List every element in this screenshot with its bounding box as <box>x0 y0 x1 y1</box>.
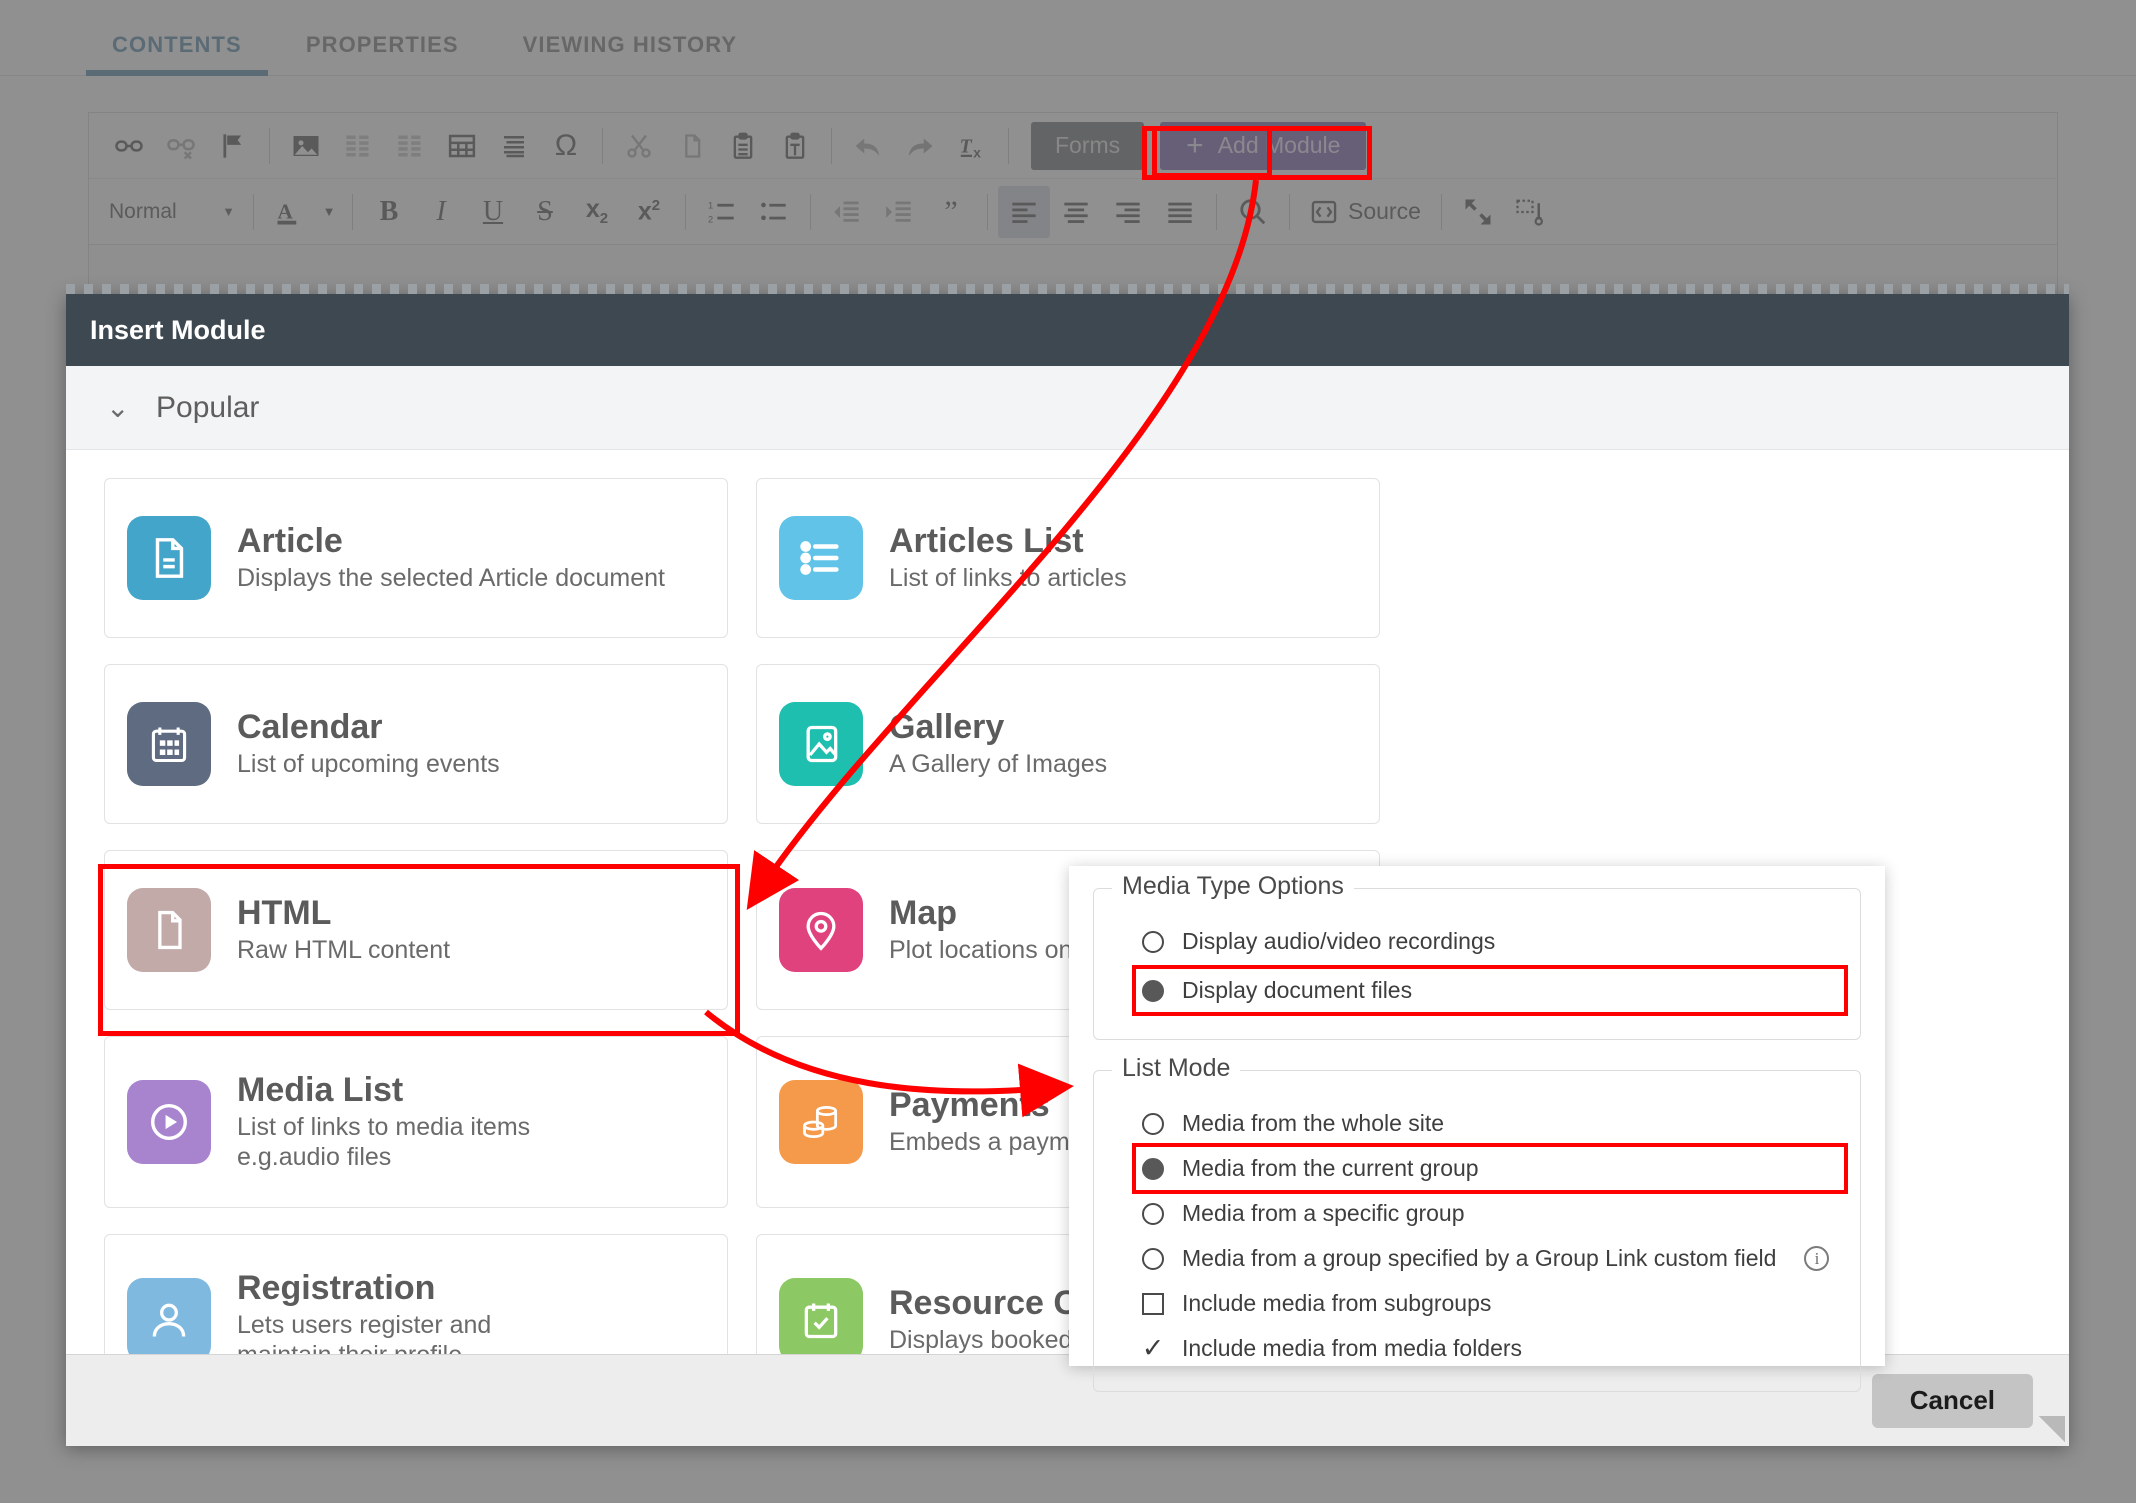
option-media-specific-group[interactable]: Media from a specific group <box>1120 1191 1834 1236</box>
checkbox-unchecked-icon <box>1142 1292 1164 1315</box>
module-title: Media List <box>237 1070 404 1109</box>
calendar-icon <box>127 702 211 786</box>
section-header-popular[interactable]: ⌄ Popular <box>66 366 2069 450</box>
cancel-button[interactable]: Cancel <box>1871 1373 2033 1428</box>
module-desc: List of links to articles <box>889 564 1127 593</box>
module-title: HTML <box>237 893 332 932</box>
section-label-popular: Popular <box>156 390 260 424</box>
dialog-resize-grip[interactable] <box>2039 1416 2065 1442</box>
module-card-html[interactable]: HTML Raw HTML content <box>104 850 728 1010</box>
module-desc: List of upcoming events <box>237 750 500 779</box>
option-display-document-files[interactable]: Display document files <box>1120 965 1848 1016</box>
chevron-down-icon: ⌄ <box>106 392 130 423</box>
option-media-group-link-field[interactable]: Media from a group specified by a Group … <box>1120 1236 1834 1281</box>
module-card-registration[interactable]: Registration Lets users register and mai… <box>104 1234 728 1354</box>
calendar-check-icon <box>779 1278 863 1354</box>
map-pin-icon <box>779 888 863 972</box>
option-media-current-group[interactable]: Media from the current group <box>1120 1143 1848 1194</box>
radio-unselected-icon <box>1142 1247 1164 1270</box>
module-title: Calendar <box>237 707 383 746</box>
dialog-drag-handle[interactable] <box>66 284 2069 294</box>
media-options-popup: Media Type Options Display audio/video r… <box>1069 866 1885 1392</box>
module-title: Registration <box>237 1268 436 1307</box>
list-icon <box>779 516 863 600</box>
option-include-subgroups[interactable]: Include media from subgroups <box>1120 1281 1834 1326</box>
module-card-media-list[interactable]: Media List List of links to media items … <box>104 1036 728 1208</box>
info-icon[interactable]: i <box>1804 1246 1830 1271</box>
user-icon <box>127 1278 211 1354</box>
page-icon <box>127 888 211 972</box>
radio-unselected-icon <box>1142 1112 1164 1135</box>
radio-selected-icon <box>1142 1157 1164 1180</box>
radio-unselected-icon <box>1142 1202 1164 1225</box>
option-media-whole-site[interactable]: Media from the whole site <box>1120 1101 1834 1146</box>
module-card-articles-list[interactable]: Articles List List of links to articles <box>756 478 1380 638</box>
module-desc: Raw HTML content <box>237 936 451 965</box>
radio-selected-icon <box>1142 979 1164 1002</box>
module-card-gallery[interactable]: Gallery A Gallery of Images <box>756 664 1380 824</box>
gallery-image-icon <box>779 702 863 786</box>
module-desc: Lets users register and maintain their p… <box>237 1311 492 1354</box>
media-type-options-legend: Media Type Options <box>1112 872 1354 901</box>
module-desc: List of links to media items e.g.audio f… <box>237 1113 531 1172</box>
option-include-media-folders[interactable]: ✓ Include media from media folders <box>1120 1326 1834 1371</box>
dialog-title: Insert Module <box>66 294 2069 366</box>
radio-unselected-icon <box>1142 930 1164 953</box>
module-desc: A Gallery of Images <box>889 750 1108 779</box>
coins-icon <box>779 1080 863 1164</box>
module-card-calendar[interactable]: Calendar List of upcoming events <box>104 664 728 824</box>
option-display-audio-video[interactable]: Display audio/video recordings <box>1120 919 1834 964</box>
list-mode-fieldset: List Mode Media from the whole site Medi… <box>1093 1054 1861 1392</box>
list-mode-legend: List Mode <box>1112 1054 1241 1083</box>
module-desc: Displays the selected Article document <box>237 564 665 593</box>
module-title: Article <box>237 521 343 560</box>
play-circle-icon <box>127 1080 211 1164</box>
media-type-options-fieldset: Media Type Options Display audio/video r… <box>1093 872 1861 1040</box>
module-title: Articles List <box>889 521 1084 560</box>
checkmark-icon: ✓ <box>1141 1333 1165 1363</box>
module-title: Gallery <box>889 707 1005 746</box>
module-card-article[interactable]: Article Displays the selected Article do… <box>104 478 728 638</box>
document-icon <box>127 516 211 600</box>
